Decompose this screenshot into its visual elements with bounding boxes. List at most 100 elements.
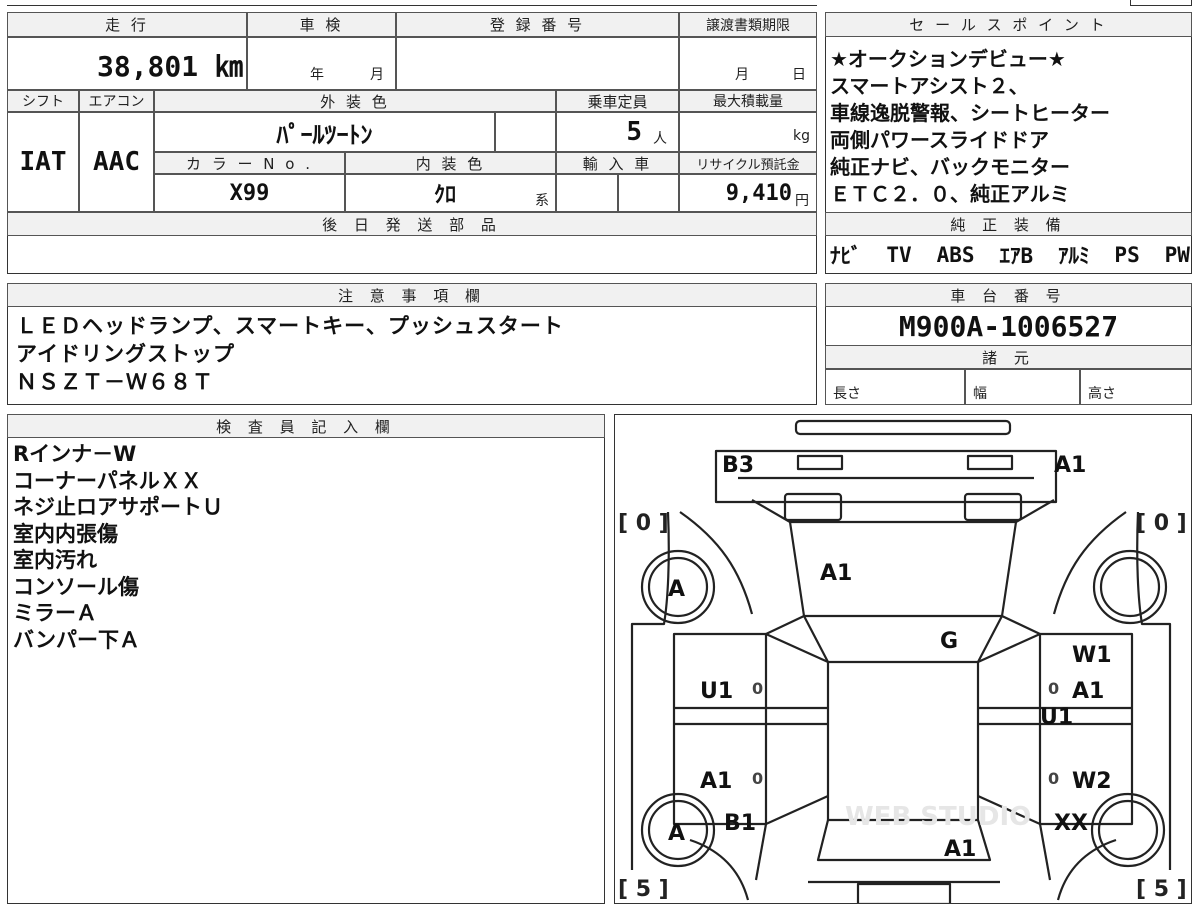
note-line: ＬＥＤヘッドランプ、スマートキー、プッシュスタート xyxy=(16,314,564,338)
exterior-color-header: 外 装 色 xyxy=(154,90,556,112)
factory-equipment-row: ﾅﾋﾞ TV ABS ｴｱB ｱﾙﾐ PS PW xyxy=(830,238,1190,272)
import-cell-b xyxy=(618,174,679,212)
exterior-color-value: ﾊﾟｰﾙﾂｰﾄﾝ xyxy=(276,120,373,149)
mark-a1-left: A1 xyxy=(700,769,732,794)
registration-cell xyxy=(396,37,679,90)
max-load-header: 最大積載量 xyxy=(679,90,817,112)
notes-list: ＬＥＤヘッドランプ、スマートキー、プッシュスタート アイドリングストップ ＮＳＺ… xyxy=(16,312,811,396)
mark-tire-fl: A xyxy=(668,577,685,602)
equipment-item: ABS xyxy=(936,243,975,267)
mark-a1-rear: A1 xyxy=(944,837,976,862)
tread-front-right: [ 0 ] xyxy=(1136,511,1187,536)
inspector-note-line: コーナーパネルＸＸ xyxy=(13,468,202,493)
inspector-note-line: Rインナ－W xyxy=(13,442,137,466)
mark-w1: W1 xyxy=(1072,643,1112,668)
mark-tire-rl: A xyxy=(668,821,685,846)
mark-zero-3: 0 xyxy=(752,769,763,788)
exterior-color-extra-cell xyxy=(495,112,556,152)
sales-point-line: ＥＴＣ２．０、純正アルミ xyxy=(830,182,1070,206)
factory-equipment-header: 純 正 装 備 xyxy=(825,212,1192,236)
mileage-value: 38,801 ㎞ xyxy=(96,50,243,83)
inspector-notes-list: Rインナ－W コーナーパネルＸＸ ネジ止ロアサポートＵ 室内内張傷 室内汚れ コ… xyxy=(13,441,593,653)
max-load-unit: kg xyxy=(793,128,810,144)
sales-points-list: ★オークションデビュー★ スマートアシスト２、 車線逸脱警報、シートヒーター 両… xyxy=(830,46,1190,208)
spec-height-label: 高さ xyxy=(1088,386,1116,402)
car-diagram-block: [ 0 ] [ 0 ] [ 5 ] [ 5 ] B3 A1 A1 A G W1 … xyxy=(614,414,1192,904)
tread-rear-left: [ 5 ] xyxy=(618,877,669,902)
interior-color-value: ｸﾛ xyxy=(433,183,456,208)
inspector-note-line: 室内汚れ xyxy=(13,548,97,572)
inspector-header: 検 査 員 記 入 欄 xyxy=(7,414,605,438)
mark-zero-2: 0 xyxy=(1048,679,1059,698)
mark-a1-right: A1 xyxy=(1072,679,1104,704)
equipment-item: ｱﾙﾐ xyxy=(1058,244,1090,268)
equipment-item: PW xyxy=(1164,243,1190,267)
top-cutoff-strip xyxy=(7,0,817,6)
notes-header: 注 意 事 項 欄 xyxy=(7,283,817,307)
interior-color-suffix: 系 xyxy=(535,193,549,209)
spec-width-label: 幅 xyxy=(973,386,987,402)
top-cutoff-box xyxy=(1130,0,1192,6)
mark-b3: B3 xyxy=(722,453,754,478)
note-line: ＮＳＺＴ－Ｗ６８Ｔ xyxy=(16,370,214,394)
inspection-year-label: 年 xyxy=(310,67,324,83)
equipment-item: ｴｱB xyxy=(999,244,1034,268)
shift-header: シフト xyxy=(7,90,79,112)
recycle-value: 9,410 xyxy=(725,180,792,206)
sales-points-header: セ ー ル ス ポ イ ン ト xyxy=(825,12,1192,37)
chassis-no-header: 車 台 番 号 xyxy=(825,283,1192,307)
inspector-note-line: ネジ止ロアサポートＵ xyxy=(13,495,223,519)
color-no-value: X99 xyxy=(229,180,270,206)
inspector-note-line: ミラーＡ xyxy=(13,601,97,625)
mark-b1: B1 xyxy=(724,811,756,836)
mark-a1-hood: A1 xyxy=(820,561,852,586)
specs-header: 諸 元 xyxy=(825,345,1192,369)
mark-zero-1: 0 xyxy=(752,679,763,698)
shift-value: IAT xyxy=(19,147,67,177)
chassis-no-value: M900A-1006527 xyxy=(898,309,1119,343)
mark-a1-top: A1 xyxy=(1054,453,1086,478)
mark-u1-right: U1 xyxy=(1040,705,1073,730)
sales-point-line: 車線逸脱警報、シートヒーター xyxy=(830,101,1110,125)
mark-g: G xyxy=(940,629,958,654)
transfer-deadline-header: 譲渡書類期限 xyxy=(679,12,817,37)
equipment-item: TV xyxy=(886,243,912,267)
mark-u1-left: U1 xyxy=(700,679,733,704)
mark-xx: XX xyxy=(1054,811,1088,836)
aircon-value: AAC xyxy=(93,147,140,177)
recycle-header: リサイクル預託金 xyxy=(679,152,817,174)
sales-point-line: スマートアシスト２、 xyxy=(830,74,1029,98)
mark-zero-4: 0 xyxy=(1048,769,1059,788)
inspector-note-line: 室内内張傷 xyxy=(13,521,118,546)
inspector-note-line: バンパー下Ａ xyxy=(13,627,141,652)
import-cell-a xyxy=(556,174,618,212)
deadline-day-label: 日 xyxy=(792,67,806,83)
tread-front-left: [ 0 ] xyxy=(618,511,669,536)
recycle-unit: 円 xyxy=(795,193,809,209)
watermark: WEB STUDIO xyxy=(845,802,1031,832)
equipment-item: ﾅﾋﾞ xyxy=(830,244,862,268)
capacity-value: 5 xyxy=(626,117,642,147)
mileage-header: 走 行 xyxy=(7,12,247,37)
capacity-unit: 人 xyxy=(653,131,667,147)
equipment-item: PS xyxy=(1114,243,1140,267)
aircon-header: エアコン xyxy=(79,90,154,112)
interior-color-header: 内 装 色 xyxy=(345,152,556,174)
sales-point-line: 両側パワースライドドア xyxy=(830,128,1049,152)
spec-length-label: 長さ xyxy=(833,386,861,402)
color-no-header: カ ラ ー N o . xyxy=(154,152,345,174)
deadline-month-label: 月 xyxy=(735,67,749,83)
inspector-note-line: コンソール傷 xyxy=(13,574,139,599)
registration-header: 登 録 番 号 xyxy=(396,12,679,37)
tread-rear-right: [ 5 ] xyxy=(1136,877,1187,902)
inspection-header: 車 検 xyxy=(247,12,396,37)
sales-point-line: 純正ナビ、バックモニター xyxy=(830,155,1070,179)
import-header: 輸 入 車 xyxy=(556,152,679,174)
capacity-header: 乗車定員 xyxy=(556,90,679,112)
note-line: アイドリングストップ xyxy=(16,342,235,366)
inspection-month-label: 月 xyxy=(370,67,384,83)
later-parts-header: 後 日 発 送 部 品 xyxy=(7,212,817,236)
sales-point-line: ★オークションデビュー★ xyxy=(830,47,1066,71)
mark-w2: W2 xyxy=(1072,769,1112,794)
car-diagram: [ 0 ] [ 0 ] [ 5 ] [ 5 ] B3 A1 A1 A G W1 … xyxy=(618,419,1187,903)
